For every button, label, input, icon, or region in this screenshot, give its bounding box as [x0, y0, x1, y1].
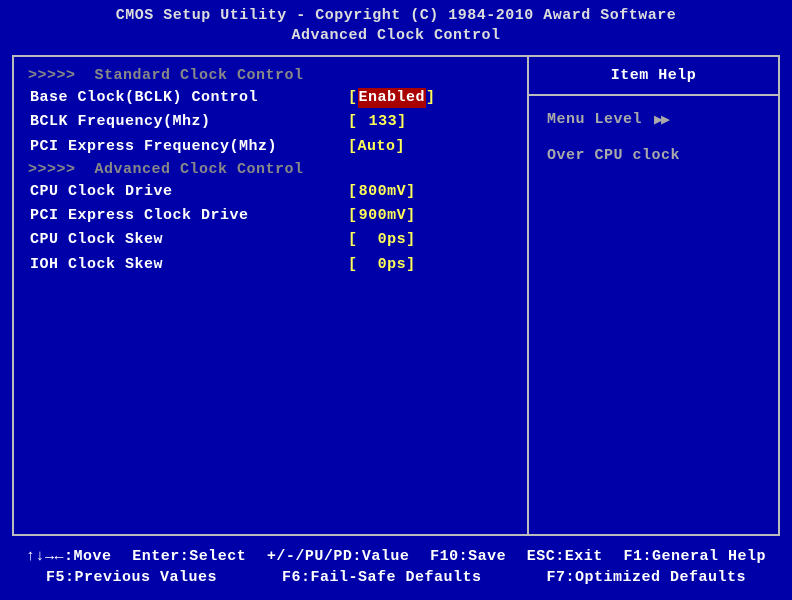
hint-help: F1:General Help: [623, 546, 766, 567]
setting-cpu-clock-drive[interactable]: CPU Clock Drive [800mV]: [28, 182, 513, 202]
hint-move: ↑↓→←:Move: [26, 546, 112, 567]
setting-value: [900mV]: [348, 206, 416, 226]
help-body: Menu Level ▶▶ Over CPU clock: [529, 96, 778, 196]
header-subtitle: Advanced Clock Control: [8, 26, 784, 46]
settings-panel: >>>>> Standard Clock Control Base Clock(…: [14, 57, 529, 534]
menu-level-label: Menu Level: [547, 111, 642, 128]
section-standard: >>>>> Standard Clock Control: [28, 67, 513, 84]
section-advanced-label: Advanced Clock Control: [95, 161, 304, 178]
footer-line-1: ↑↓→←:Move Enter:Select +/-/PU/PD:Value F…: [22, 546, 770, 567]
setting-bclk-control[interactable]: Base Clock(BCLK) Control [Enabled]: [28, 88, 513, 108]
section-advanced: >>>>> Advanced Clock Control: [28, 161, 513, 178]
footer-hints: ↑↓→←:Move Enter:Select +/-/PU/PD:Value F…: [8, 536, 784, 600]
setting-value: [Auto]: [348, 137, 405, 157]
setting-value: [0ps]: [348, 230, 416, 250]
setting-label: PCI Express Clock Drive: [28, 206, 348, 226]
setting-ioh-clock-skew[interactable]: IOH Clock Skew [0ps]: [28, 255, 513, 275]
hint-select: Enter:Select: [132, 546, 246, 567]
setting-label: BCLK Frequency(Mhz): [28, 112, 348, 132]
hint-exit: ESC:Exit: [527, 546, 603, 567]
help-title: Item Help: [529, 57, 778, 96]
content-panels: >>>>> Standard Clock Control Base Clock(…: [12, 55, 780, 536]
hint-prev: F5:Previous Values: [46, 567, 217, 588]
header-title: CMOS Setup Utility - Copyright (C) 1984-…: [8, 6, 784, 26]
setting-label: IOH Clock Skew: [28, 255, 348, 275]
setting-value: [0ps]: [348, 255, 416, 275]
section-standard-label: Standard Clock Control: [95, 67, 304, 84]
help-menu-level: Menu Level ▶▶: [547, 110, 760, 129]
setting-bclk-frequency[interactable]: BCLK Frequency(Mhz) [133]: [28, 112, 513, 132]
setting-pcie-frequency[interactable]: PCI Express Frequency(Mhz) [Auto]: [28, 137, 513, 157]
footer-line-2: F5:Previous Values F6:Fail-Safe Defaults…: [22, 567, 770, 588]
setting-cpu-clock-skew[interactable]: CPU Clock Skew [0ps]: [28, 230, 513, 250]
setting-label: Base Clock(BCLK) Control: [28, 88, 348, 108]
bios-screen: CMOS Setup Utility - Copyright (C) 1984-…: [0, 0, 792, 600]
hint-optimized: F7:Optimized Defaults: [546, 567, 746, 588]
setting-label: PCI Express Frequency(Mhz): [28, 137, 348, 157]
help-panel: Item Help Menu Level ▶▶ Over CPU clock: [529, 57, 778, 534]
selected-value: Enabled: [358, 88, 427, 108]
setting-pcie-clock-drive[interactable]: PCI Express Clock Drive [900mV]: [28, 206, 513, 226]
section-marker-icon: >>>>>: [28, 67, 76, 84]
setting-label: CPU Clock Drive: [28, 182, 348, 202]
setting-value: [Enabled]: [348, 88, 436, 108]
setting-value: [133]: [348, 112, 407, 132]
bios-header: CMOS Setup Utility - Copyright (C) 1984-…: [8, 0, 784, 55]
hint-failsafe: F6:Fail-Safe Defaults: [282, 567, 482, 588]
setting-label: CPU Clock Skew: [28, 230, 348, 250]
section-marker-icon: >>>>>: [28, 161, 76, 178]
hint-value: +/-/PU/PD:Value: [267, 546, 410, 567]
setting-value: [800mV]: [348, 182, 416, 202]
hint-save: F10:Save: [430, 546, 506, 567]
chevron-right-icon: ▶▶: [654, 110, 668, 129]
help-description: Over CPU clock: [547, 147, 760, 164]
